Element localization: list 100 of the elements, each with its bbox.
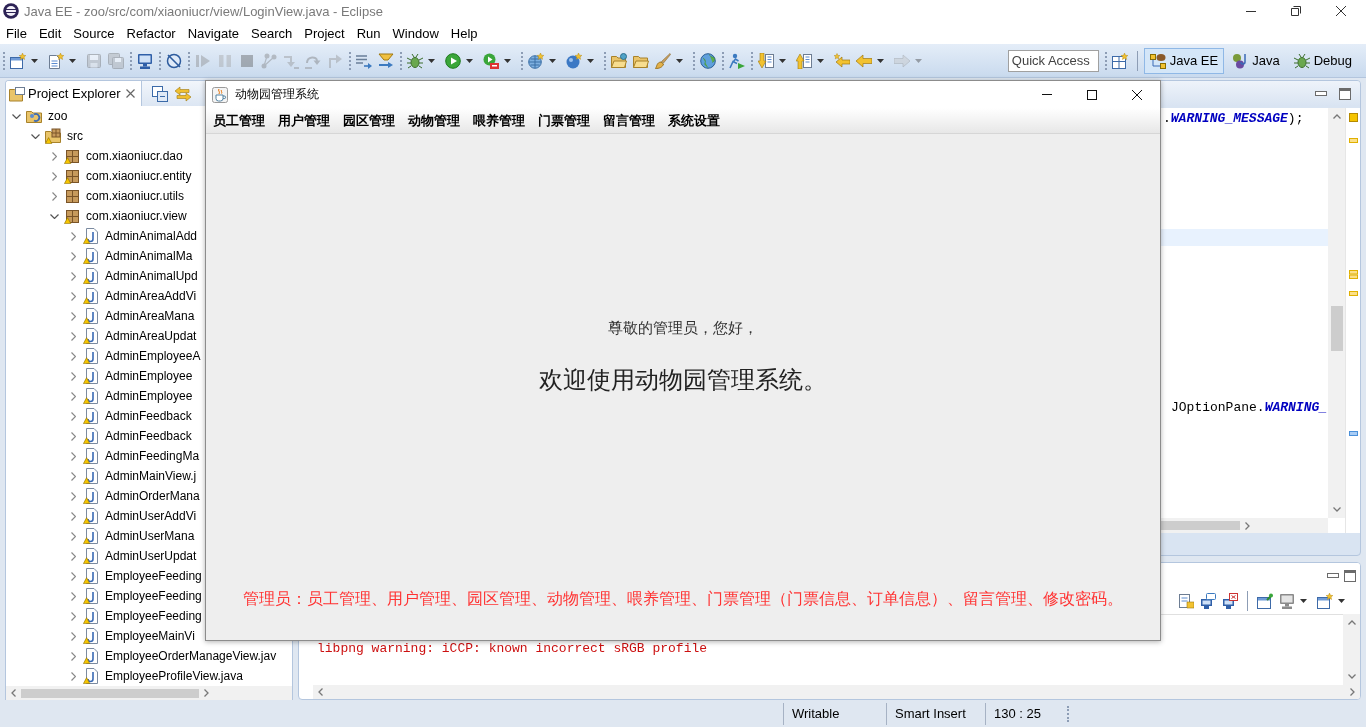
chevron-right-icon[interactable] [70, 671, 76, 681]
dialog-menu-item[interactable]: 用户管理 [271, 108, 336, 133]
caret-icon[interactable] [587, 58, 594, 63]
chevron-down-icon[interactable] [11, 113, 21, 119]
caret-icon[interactable] [1300, 599, 1307, 603]
collapse-all-icon[interactable] [152, 85, 169, 102]
tree-item[interactable]: AdminEmployee [105, 389, 193, 403]
dialog-menu-item[interactable]: 留言管理 [596, 108, 661, 133]
dialog-menu-item[interactable]: 系统设置 [661, 108, 726, 133]
open-folder-icon[interactable] [611, 52, 627, 69]
tree-item[interactable]: AdminMainView.j [105, 469, 197, 483]
menu-item[interactable]: Run [350, 22, 387, 44]
caret-icon[interactable] [69, 58, 76, 63]
caret-icon[interactable] [1338, 599, 1345, 603]
horizontal-scrollbar[interactable] [6, 686, 292, 700]
caret-icon[interactable] [504, 58, 511, 63]
close-icon[interactable] [1132, 89, 1142, 100]
dialog-menu-item[interactable]: 动物管理 [401, 108, 466, 133]
restore-icon[interactable] [1291, 6, 1301, 16]
person-arrow-icon[interactable] [729, 52, 745, 69]
chevron-right-icon[interactable] [70, 291, 76, 301]
globe-star-icon[interactable] [528, 52, 544, 69]
new-window-icon[interactable] [1317, 593, 1333, 609]
scroll-left-icon[interactable] [11, 689, 16, 697]
caret-icon[interactable] [817, 58, 824, 63]
chevron-right-icon[interactable] [70, 531, 76, 541]
close-icon[interactable] [1336, 6, 1346, 16]
project-explorer-tab[interactable]: Project Explorer [6, 81, 143, 106]
monitor-x-icon[interactable] [1222, 593, 1238, 609]
back-arrow-icon[interactable] [856, 52, 872, 69]
tree-item[interactable]: EmployeeFeeding [105, 609, 202, 623]
scroll-right-icon[interactable] [1245, 521, 1250, 530]
scroll-up-icon[interactable] [1347, 620, 1356, 625]
menu-item[interactable]: File [0, 22, 33, 44]
scroll-down-icon[interactable] [1347, 674, 1356, 679]
tree-item[interactable]: AdminUserAddVi [105, 509, 197, 523]
list-arrow-icon[interactable] [356, 52, 372, 69]
chevron-right-icon[interactable] [70, 271, 76, 281]
chevron-right-icon[interactable] [51, 191, 57, 201]
tree-item[interactable]: AdminUserMana [105, 529, 195, 543]
tree-item[interactable]: src [67, 129, 83, 143]
chevron-right-icon[interactable] [70, 231, 76, 241]
down-arrow-document-icon[interactable] [758, 52, 774, 69]
chevron-right-icon[interactable] [70, 311, 76, 321]
brush-icon[interactable] [655, 52, 671, 69]
chevron-right-icon[interactable] [51, 171, 57, 181]
filter-arrow-icon[interactable] [378, 52, 394, 69]
vertical-scrollbar[interactable] [1328, 108, 1345, 518]
chevron-right-icon[interactable] [70, 491, 76, 501]
run-toolbox-icon[interactable] [483, 52, 499, 69]
tree-item[interactable]: AdminEmployeeA [105, 349, 201, 363]
run-icon[interactable] [445, 52, 461, 69]
tree-item[interactable]: AdminAreaMana [105, 309, 195, 323]
chevron-right-icon[interactable] [70, 591, 76, 601]
tree-item[interactable]: EmployeeProfileView.java [105, 669, 243, 683]
tree-item[interactable]: AdminFeedingMa [105, 449, 200, 463]
tree-item[interactable]: AdminFeedback [105, 429, 192, 443]
tree-item[interactable]: com.xiaoniucr.utils [86, 189, 185, 203]
perspective-button[interactable]: Java [1226, 47, 1286, 74]
left-arrow-star-icon[interactable] [834, 52, 850, 69]
chevron-right-icon[interactable] [70, 611, 76, 621]
tree-item[interactable]: AdminFeedback [105, 409, 192, 423]
monitor-bubble-icon[interactable] [1200, 593, 1216, 609]
tree-item[interactable]: zoo [48, 109, 68, 123]
scrollbar-thumb[interactable] [1161, 521, 1240, 530]
two-arrows-icon[interactable] [175, 85, 192, 102]
menu-item[interactable]: Edit [32, 22, 68, 44]
chevron-right-icon[interactable] [70, 391, 76, 401]
tree-item[interactable]: AdminAnimalAdd [105, 229, 198, 243]
new-document-icon[interactable] [48, 52, 64, 69]
menu-item[interactable]: Refactor [120, 22, 182, 44]
bug-icon[interactable] [407, 52, 423, 69]
chevron-right-icon[interactable] [70, 351, 76, 361]
dialog-menu-item[interactable]: 员工管理 [206, 108, 271, 133]
chevron-right-icon[interactable] [70, 251, 76, 261]
chevron-down-icon[interactable] [49, 213, 59, 219]
tree-item[interactable]: com.xiaoniucr.entity [86, 169, 192, 183]
chevron-right-icon[interactable] [70, 571, 76, 581]
tree-item[interactable]: EmployeeFeeding [105, 589, 202, 603]
chevron-right-icon[interactable] [70, 431, 76, 441]
chevron-right-icon[interactable] [70, 371, 76, 381]
chevron-right-icon[interactable] [70, 471, 76, 481]
scroll-up-icon[interactable] [1332, 114, 1341, 119]
window-pin-icon[interactable] [1257, 593, 1273, 609]
menu-item[interactable]: Navigate [181, 22, 245, 44]
open-perspective-icon[interactable] [1111, 52, 1128, 69]
dialog-menu-item[interactable]: 门票管理 [531, 108, 596, 133]
tree-item[interactable]: EmployeeOrderManageView.jav [105, 649, 277, 663]
chevron-right-icon[interactable] [70, 411, 76, 421]
chevron-right-icon[interactable] [70, 631, 76, 641]
scrollbar-thumb[interactable] [1330, 306, 1343, 351]
tree-item[interactable]: AdminAnimalUpd [105, 269, 198, 283]
quick-access-field[interactable]: Quick Access [1007, 49, 1099, 72]
caret-icon[interactable] [877, 58, 884, 63]
tree-item[interactable]: AdminUserUpdat [105, 549, 197, 563]
tree-item[interactable]: AdminAreaUpdat [105, 329, 197, 343]
menu-item[interactable]: Source [67, 22, 121, 44]
document-arrow-icon[interactable] [1178, 593, 1194, 609]
menu-item[interactable]: Window [386, 22, 445, 44]
menu-item[interactable]: Search [245, 22, 299, 44]
